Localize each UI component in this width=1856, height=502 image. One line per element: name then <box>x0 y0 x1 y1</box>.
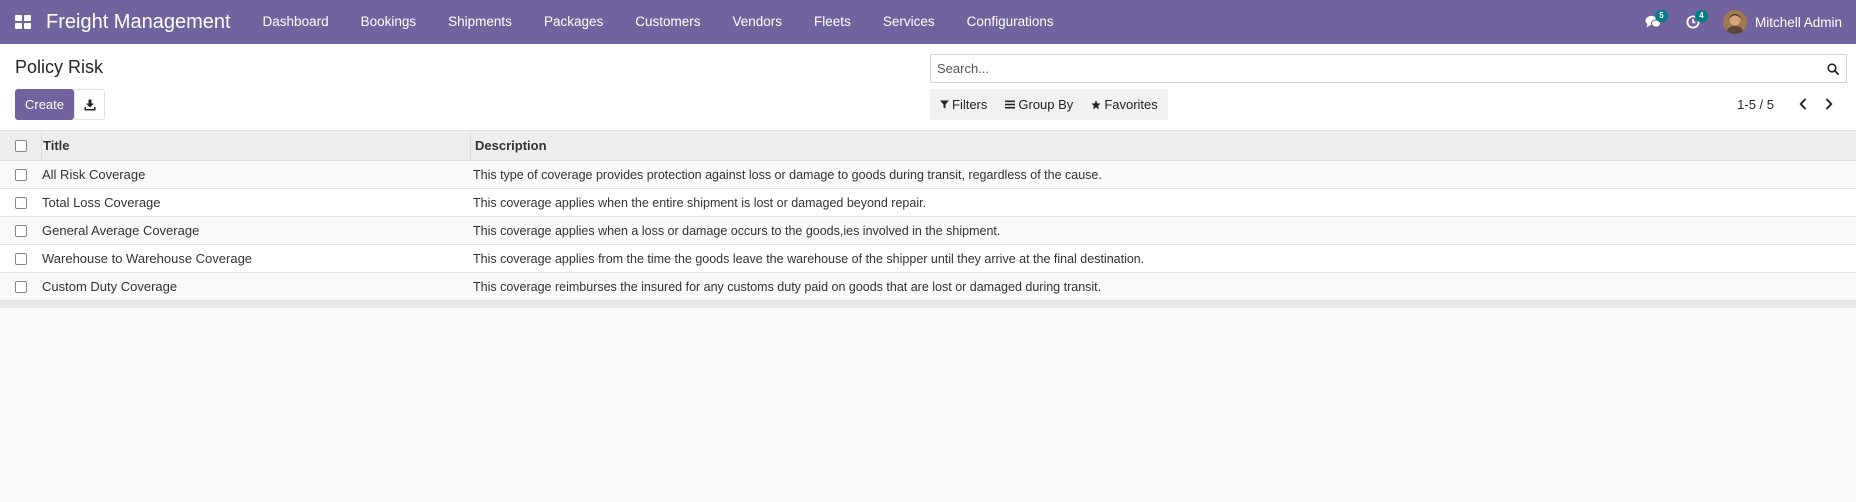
table-footer <box>0 301 1856 308</box>
select-all-cell <box>0 131 41 160</box>
apps-grid-icon[interactable] <box>15 15 31 29</box>
activities-button[interactable]: 4 <box>1673 0 1713 44</box>
search-input[interactable] <box>931 55 1820 82</box>
top-navbar: Freight Management Dashboard Bookings Sh… <box>0 0 1856 44</box>
row-select-cell <box>0 189 41 216</box>
magnifier-icon <box>1827 62 1839 75</box>
user-menu[interactable]: Mitchell Admin <box>1722 10 1842 34</box>
row-description[interactable]: This coverage applies from the time the … <box>469 245 1856 272</box>
table-row[interactable]: Total Loss Coverage This coverage applie… <box>0 189 1856 217</box>
group-by-toggle[interactable]: Group By <box>1005 97 1073 112</box>
favorites-label: Favorites <box>1104 97 1158 112</box>
export-button[interactable] <box>74 89 105 120</box>
row-checkbox[interactable] <box>14 196 27 209</box>
row-checkbox[interactable] <box>14 280 27 293</box>
row-select-cell <box>0 245 41 272</box>
filters-label: Filters <box>952 97 988 112</box>
row-title[interactable]: General Average Coverage <box>41 217 469 244</box>
messages-button[interactable]: 5 <box>1633 0 1673 44</box>
page-title: Policy Risk <box>15 57 104 77</box>
row-checkbox[interactable] <box>14 168 27 181</box>
row-select-cell <box>0 217 41 244</box>
funnel-icon <box>940 100 949 109</box>
search-box <box>930 54 1847 83</box>
search-options-bar: Filters Group By Favorites <box>930 89 1168 120</box>
list-bars-icon <box>1005 100 1016 109</box>
row-description[interactable]: This type of coverage provides protectio… <box>469 161 1856 188</box>
row-description[interactable]: This coverage reimburses the insured for… <box>469 273 1856 300</box>
menu-item-vendors[interactable]: Vendors <box>717 0 799 44</box>
row-description[interactable]: This coverage applies when the entire sh… <box>469 189 1856 216</box>
row-title[interactable]: Warehouse to Warehouse Coverage <box>41 245 469 272</box>
pager: 1-5 / 5 <box>1737 92 1842 116</box>
row-select-cell <box>0 273 41 300</box>
favorites-toggle[interactable]: Favorites <box>1091 97 1158 112</box>
menu-item-shipments[interactable]: Shipments <box>432 0 528 44</box>
pager-next-button[interactable] <box>1816 92 1842 116</box>
row-title[interactable]: Custom Duty Coverage <box>41 273 469 300</box>
user-name: Mitchell Admin <box>1754 14 1842 30</box>
group-by-label: Group By <box>1018 97 1074 112</box>
row-title[interactable]: Total Loss Coverage <box>41 189 469 216</box>
messages-count-badge: 5 <box>1654 10 1668 22</box>
menu-item-configurations[interactable]: Configurations <box>951 0 1070 44</box>
search-button[interactable] <box>1820 55 1846 82</box>
menu-item-bookings[interactable]: Bookings <box>345 0 433 44</box>
create-button[interactable]: Create <box>15 89 74 120</box>
table-row[interactable]: Custom Duty Coverage This coverage reimb… <box>0 273 1856 301</box>
column-header-title-label: Title <box>43 138 70 153</box>
list-view: Title Description All Risk Coverage This… <box>0 131 1856 308</box>
menu-item-services[interactable]: Services <box>867 0 951 44</box>
row-description[interactable]: This coverage applies when a loss or dam… <box>469 217 1856 244</box>
avatar <box>1722 10 1747 34</box>
download-icon <box>84 99 95 110</box>
pager-value[interactable]: 1-5 / 5 <box>1737 97 1774 112</box>
control-panel: Policy Risk Create Filters Group By <box>0 44 1856 131</box>
menu-item-packages[interactable]: Packages <box>528 0 619 44</box>
menu-item-dashboard[interactable]: Dashboard <box>247 0 345 44</box>
row-checkbox[interactable] <box>14 224 27 237</box>
row-title[interactable]: All Risk Coverage <box>41 161 469 188</box>
table-header: Title Description <box>0 131 1856 161</box>
menu-item-fleets[interactable]: Fleets <box>798 0 867 44</box>
column-header-title[interactable]: Title <box>41 131 470 160</box>
chevron-left-icon <box>1799 98 1807 110</box>
row-checkbox[interactable] <box>14 252 27 265</box>
systray: 5 4 Mitchell Admin <box>1633 0 1856 44</box>
filters-toggle[interactable]: Filters <box>940 97 987 112</box>
row-select-cell <box>0 161 41 188</box>
table-row[interactable]: Warehouse to Warehouse Coverage This cov… <box>0 245 1856 273</box>
column-header-description[interactable]: Description <box>470 131 1856 160</box>
table-row[interactable]: General Average Coverage This coverage a… <box>0 217 1856 245</box>
main-menu: Dashboard Bookings Shipments Packages Cu… <box>247 0 1070 44</box>
chevron-right-icon <box>1825 98 1833 110</box>
pager-previous-button[interactable] <box>1790 92 1816 116</box>
activities-count-badge: 4 <box>1694 10 1708 22</box>
menu-item-customers[interactable]: Customers <box>619 0 716 44</box>
star-icon <box>1091 99 1102 110</box>
app-brand[interactable]: Freight Management <box>46 11 231 34</box>
table-row[interactable]: All Risk Coverage This type of coverage … <box>0 161 1856 189</box>
select-all-checkbox[interactable] <box>14 139 27 152</box>
